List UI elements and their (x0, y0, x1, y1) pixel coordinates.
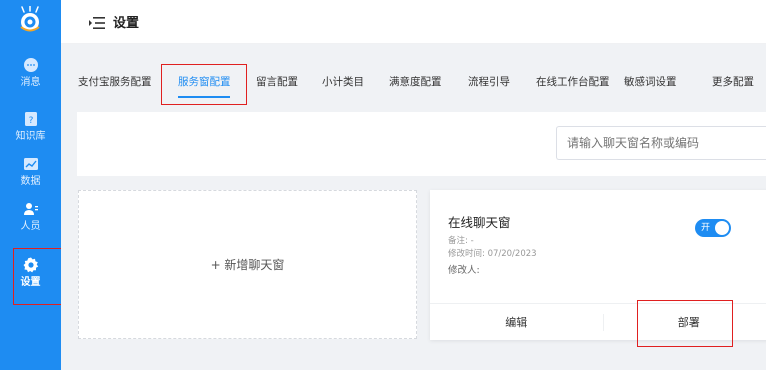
add-chat-window-button[interactable]: + 新增聊天窗 (78, 190, 417, 339)
active-tab-indicator (178, 96, 230, 98)
card-modified-time: 修改时间: 07/20/2023 (448, 249, 537, 259)
chat-window-card: 在线聊天窗 备注: - 修改时间: 07/20/2023 修改人: 开 编辑 部… (430, 190, 766, 340)
divider (603, 314, 604, 331)
sidebar-item-label: 消息 (20, 77, 41, 88)
card-remark: 备注: - (448, 236, 474, 246)
sidebar-item-label: 设置 (20, 277, 41, 288)
menu-fold-icon[interactable] (89, 15, 105, 29)
tab-online-workbench[interactable]: 在线工作台配置 (536, 74, 610, 89)
toggle-knob (715, 221, 729, 235)
sidebar-item-people[interactable]: 人员 (0, 200, 61, 233)
sidebar: 消息 ? 知识库 数据 人员 设置 (0, 0, 61, 370)
sidebar-item-label: 人员 (20, 221, 41, 232)
card-modifier: 修改人: (448, 265, 480, 276)
svg-text:?: ? (28, 116, 33, 126)
book-icon: ? (22, 110, 40, 128)
card-title: 在线聊天窗 (448, 215, 511, 230)
tab-satisfaction[interactable]: 满意度配置 (389, 74, 442, 89)
tab-service-window[interactable]: 服务窗配置 (178, 74, 231, 89)
chat-bubble-icon (22, 56, 40, 74)
sidebar-item-data[interactable]: 数据 (0, 155, 61, 188)
sidebar-item-label: 数据 (20, 176, 41, 187)
page-header: 设置 (61, 0, 766, 44)
user-list-icon (22, 200, 40, 218)
logo-icon (14, 5, 46, 34)
toggle-label: 开 (701, 223, 711, 233)
tab-alipay-service[interactable]: 支付宝服务配置 (78, 74, 152, 89)
chart-icon (22, 155, 40, 173)
tab-flow-guide[interactable]: 流程引导 (468, 74, 510, 89)
tab-subtotal-category[interactable]: 小计类目 (322, 74, 364, 89)
card-actions: 编辑 部署 (430, 303, 766, 340)
tab-sensitive-words[interactable]: 敏感词设置 (624, 74, 677, 89)
tab-more-settings[interactable]: 更多配置 (712, 74, 754, 89)
sidebar-item-label: 知识库 (15, 131, 46, 142)
deploy-button[interactable]: 部署 (603, 304, 766, 340)
sidebar-item-knowledge[interactable]: ? 知识库 (0, 110, 61, 143)
edit-button[interactable]: 编辑 (430, 304, 603, 340)
page-title: 设置 (113, 16, 140, 31)
sidebar-item-messages[interactable]: 消息 (0, 56, 61, 89)
gear-icon (22, 256, 40, 274)
enable-toggle[interactable]: 开 (695, 219, 731, 237)
add-chat-window-label: + 新增聊天窗 (210, 258, 285, 272)
sidebar-item-settings[interactable]: 设置 (0, 256, 61, 289)
search-input[interactable] (556, 126, 766, 160)
tab-message[interactable]: 留言配置 (256, 74, 298, 89)
